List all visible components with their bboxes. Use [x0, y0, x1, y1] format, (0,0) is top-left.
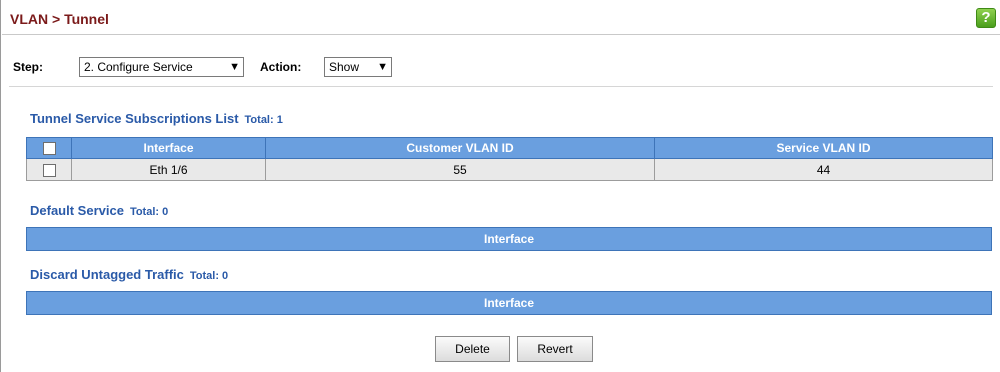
- table-header-row: Interface Customer VLAN ID Service VLAN …: [26, 137, 993, 159]
- page-title: VLAN > Tunnel: [10, 11, 109, 27]
- subscriptions-total: Total: 1: [244, 114, 283, 126]
- select-all-cell: [26, 137, 72, 159]
- column-header-service-vlan[interactable]: Service VLAN ID: [654, 137, 993, 159]
- step-toolbar: Step: 2. Configure Service ▼ Action: Sho…: [9, 47, 993, 87]
- column-header-customer-vlan[interactable]: Customer VLAN ID: [265, 137, 655, 159]
- subscriptions-section-title: Tunnel Service Subscriptions List Total: …: [30, 111, 283, 126]
- subscriptions-title: Tunnel Service Subscriptions List: [30, 111, 239, 126]
- discard-untagged-table: Interface: [26, 291, 992, 315]
- discard-untagged-section-title: Discard Untagged Traffic Total: 0: [30, 267, 228, 282]
- page-frame: VLAN > Tunnel ? Step: 2. Configure Servi…: [0, 0, 1000, 372]
- table-header-row: Interface: [26, 291, 992, 315]
- discard-untagged-title: Discard Untagged Traffic: [30, 267, 184, 282]
- step-select[interactable]: 2. Configure Service ▼: [79, 57, 244, 77]
- step-label: Step:: [13, 60, 43, 74]
- action-select[interactable]: Show ▼: [324, 57, 392, 77]
- default-service-title: Default Service: [30, 203, 124, 218]
- chevron-down-icon: ▼: [229, 61, 240, 73]
- table-row: Eth 1/6 55 44: [26, 158, 993, 181]
- default-service-total: Total: 0: [129, 206, 169, 218]
- action-select-value: Show: [329, 60, 360, 74]
- chevron-down-icon: ▼: [377, 61, 388, 73]
- default-service-section-title: Default Service Total: 0: [30, 203, 168, 218]
- select-all-checkbox[interactable]: [42, 142, 56, 156]
- column-header-interface[interactable]: Interface: [26, 227, 992, 251]
- row-select-cell: [26, 158, 72, 181]
- table-header-row: Interface: [26, 227, 992, 251]
- column-header-interface[interactable]: Interface: [71, 137, 266, 159]
- cell-interface: Eth 1/6: [71, 158, 266, 181]
- default-service-table: Interface: [26, 227, 992, 251]
- title-bar: VLAN > Tunnel ?: [2, 2, 1000, 35]
- action-label: Action:: [260, 60, 302, 74]
- help-icon[interactable]: ?: [976, 8, 996, 28]
- step-select-value: 2. Configure Service: [84, 60, 193, 74]
- discard-untagged-total: Total: 0: [189, 270, 229, 282]
- row-checkbox[interactable]: [42, 163, 56, 177]
- cell-customer-vlan: 55: [265, 158, 655, 181]
- column-header-interface[interactable]: Interface: [26, 291, 992, 315]
- revert-button[interactable]: Revert: [517, 336, 593, 362]
- delete-button[interactable]: Delete: [435, 336, 510, 362]
- subscriptions-table: Interface Customer VLAN ID Service VLAN …: [26, 137, 993, 181]
- cell-service-vlan: 44: [654, 158, 993, 181]
